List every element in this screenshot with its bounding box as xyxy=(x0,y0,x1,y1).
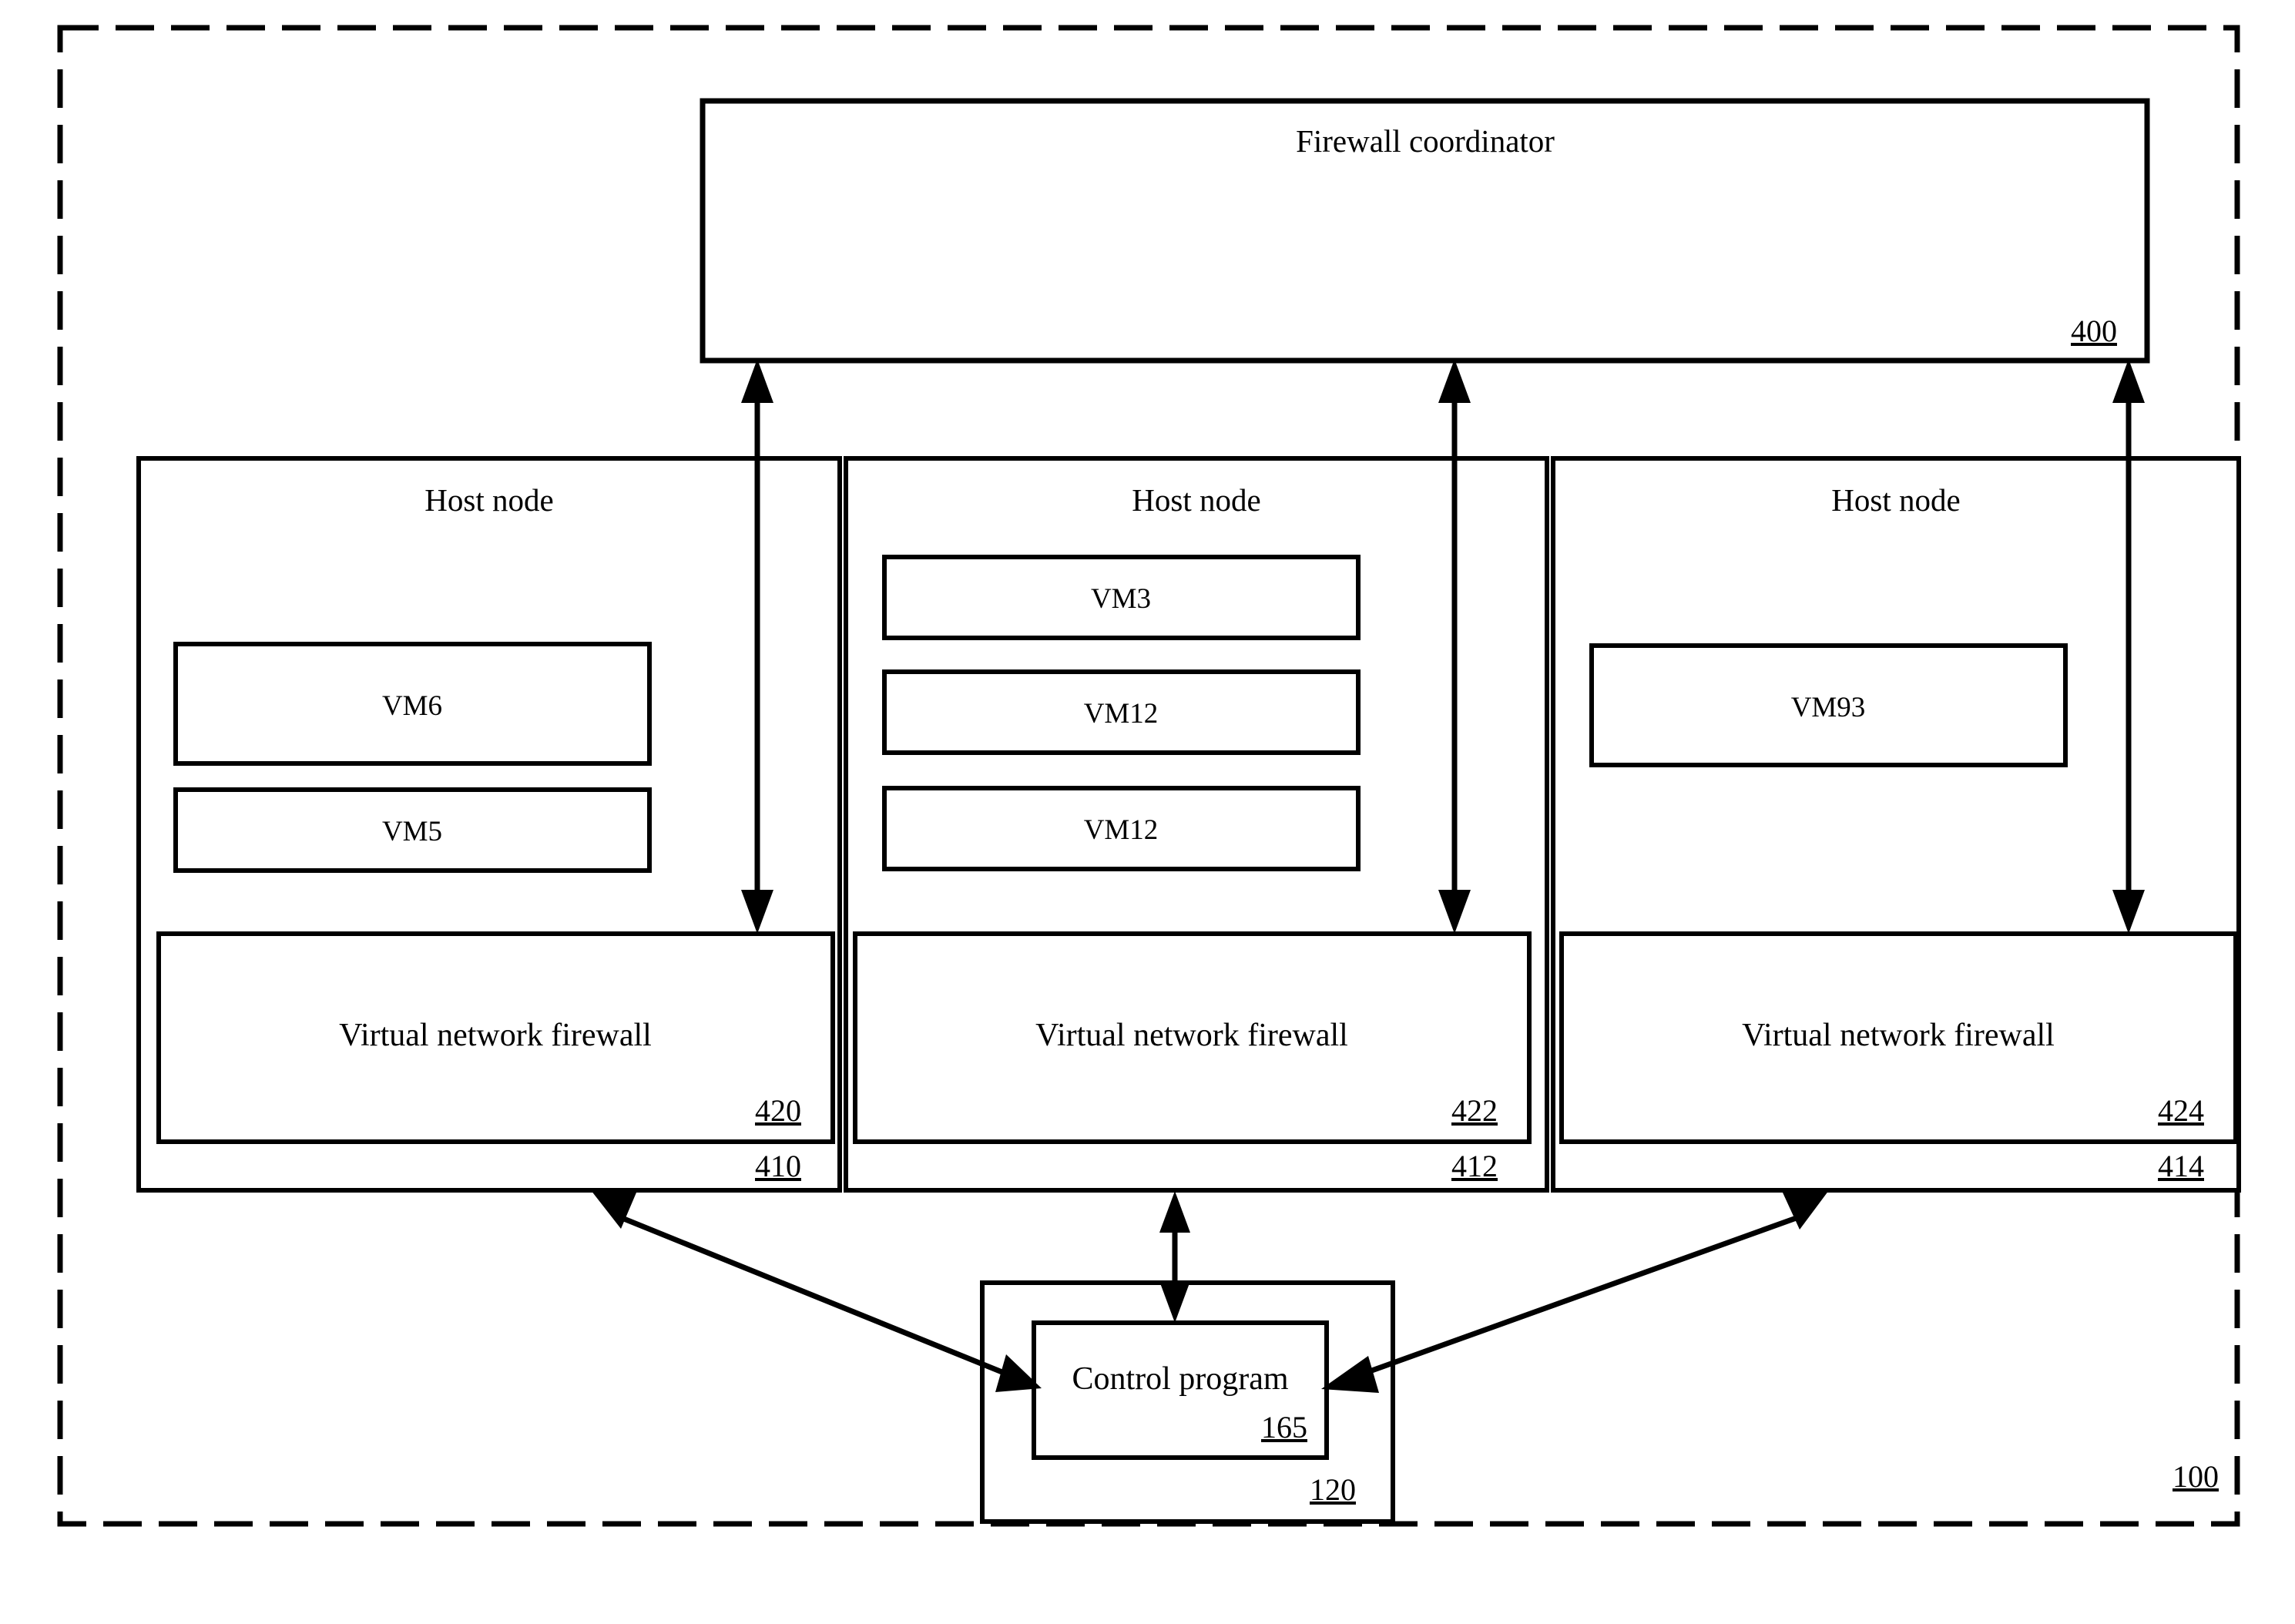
host-node-414-title: Host node xyxy=(1831,482,1960,518)
firewall-coordinator-title: Firewall coordinator xyxy=(1296,123,1555,159)
figure-canvas: Firewall coordinator 400 Host node VM6 V… xyxy=(0,0,2295,1624)
virtual-network-firewall-ref: 424 xyxy=(2158,1093,2204,1128)
vm-label: VM5 xyxy=(382,816,442,847)
vm-label: VM12 xyxy=(1084,698,1159,730)
control-program-label: Control program xyxy=(1072,1361,1288,1397)
host-node-414-ref: 414 xyxy=(2158,1149,2204,1183)
arrow-host-410-to-control-program xyxy=(591,1190,1042,1392)
host-node-412-title: Host node xyxy=(1132,482,1260,518)
system-ref-label: 100 xyxy=(2173,1459,2219,1494)
virtual-network-firewall-label: Virtual network firewall xyxy=(1035,1018,1348,1053)
host-node-412-ref: 412 xyxy=(1451,1149,1498,1183)
host-node-410-ref: 410 xyxy=(755,1149,801,1183)
controller-ref: 120 xyxy=(1310,1472,1356,1507)
vm-label: VM93 xyxy=(1791,692,1866,723)
host-node-410-title: Host node xyxy=(424,482,553,518)
virtual-network-firewall-ref: 422 xyxy=(1451,1093,1498,1128)
virtual-network-firewall-ref: 420 xyxy=(755,1093,801,1128)
patent-figure: Firewall coordinator 400 Host node VM6 V… xyxy=(57,25,2241,1527)
virtual-network-firewall-label: Virtual network firewall xyxy=(339,1018,652,1053)
vm-label: VM12 xyxy=(1084,814,1159,846)
vm-label: VM3 xyxy=(1091,583,1151,615)
vm-label: VM6 xyxy=(382,690,442,722)
firewall-coordinator-ref: 400 xyxy=(2071,314,2117,348)
control-program-ref: 165 xyxy=(1261,1410,1307,1444)
arrow-host-414-to-control-program xyxy=(1321,1190,1829,1393)
virtual-network-firewall-label: Virtual network firewall xyxy=(1742,1018,2055,1053)
